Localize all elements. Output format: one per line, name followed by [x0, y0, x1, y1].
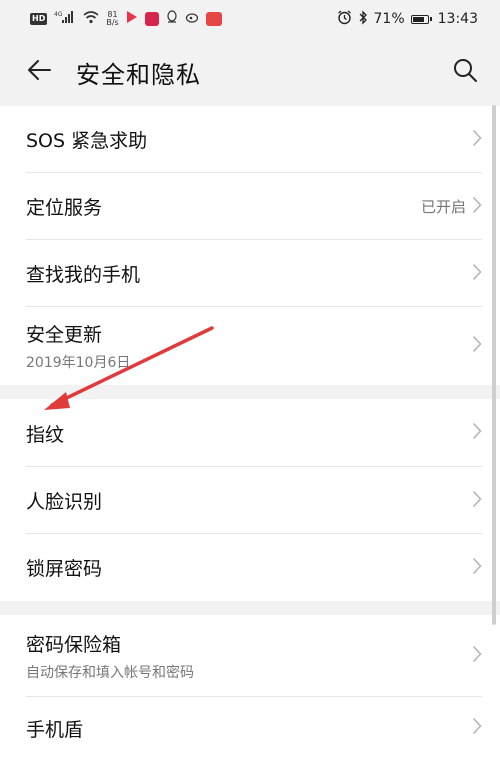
search-icon[interactable] [452, 57, 478, 87]
scrollbar[interactable] [492, 105, 496, 625]
row-label: 查找我的手机 [26, 264, 141, 286]
row-password-vault[interactable]: 密码保险箱 自动保存和填入帐号和密码 [0, 615, 500, 697]
qq-icon [166, 10, 178, 28]
settings-group-security: SOS 紧急求助 定位服务 已开启 查找我的手机 安全更新 2019年10月6日 [0, 106, 500, 385]
chevron-right-icon [472, 645, 482, 667]
row-label: 密码保险箱 [26, 634, 122, 656]
location-status: 已开启 [420, 198, 466, 216]
app-header: 安全和隐私 [0, 38, 500, 106]
page-title: 安全和隐私 [76, 60, 201, 89]
status-right: 71% 13:43 [337, 9, 478, 29]
row-label: 安全更新 [26, 324, 103, 346]
row-fingerprint[interactable]: 指纹 [0, 399, 500, 467]
bluetooth-icon [358, 9, 368, 29]
row-label: 人脸识别 [26, 491, 103, 513]
row-lock-screen-password[interactable]: 锁屏密码 [0, 534, 500, 601]
row-phone-shield[interactable]: 手机盾 [0, 697, 500, 759]
battery-percent: 71% [373, 11, 405, 27]
back-arrow-icon[interactable] [26, 58, 52, 86]
chevron-right-icon [472, 422, 482, 444]
chevron-right-icon [472, 717, 482, 739]
row-face-recognition[interactable]: 人脸识别 [0, 467, 500, 534]
app-notification-icon [144, 12, 159, 26]
net-speed: 81 B/s [106, 11, 118, 27]
row-label: 手机盾 [26, 718, 84, 741]
chevron-right-icon [472, 490, 482, 512]
row-find-my-phone[interactable]: 查找我的手机 [0, 240, 500, 307]
row-label: 锁屏密码 [26, 558, 103, 580]
row-security-update[interactable]: 安全更新 2019年10月6日 [0, 307, 500, 385]
settings-group-biometrics: 指纹 人脸识别 锁屏密码 [0, 399, 500, 601]
clock: 13:43 [437, 11, 478, 27]
weibo-icon [185, 10, 199, 28]
alarm-icon [337, 9, 352, 29]
battery-icon [410, 14, 432, 24]
chevron-right-icon [472, 263, 482, 285]
row-location-service[interactable]: 定位服务 已开启 [0, 173, 500, 240]
settings-group-vault: 密码保险箱 自动保存和填入帐号和密码 手机盾 [0, 615, 500, 759]
row-subtitle: 自动保存和填入帐号和密码 [26, 665, 194, 681]
hd-badge: HD [30, 13, 48, 25]
section-gap [0, 601, 500, 615]
chevron-right-icon [472, 129, 482, 151]
chevron-right-icon [472, 557, 482, 579]
status-bar: HD 4G 81 B/s 71% 13:43 [0, 0, 500, 38]
row-label: 指纹 [26, 423, 65, 446]
wifi-icon [83, 10, 99, 28]
chevron-right-icon [472, 335, 482, 357]
settings-list: SOS 紧急求助 定位服务 已开启 查找我的手机 安全更新 2019年10月6日… [0, 106, 500, 759]
svg-text:4G: 4G [54, 11, 63, 18]
status-left: HD 4G 81 B/s [30, 10, 222, 28]
section-gap [0, 385, 500, 399]
net-speed-unit: B/s [106, 18, 119, 27]
row-label: 定位服务 [26, 197, 103, 219]
play-app-icon [126, 10, 138, 28]
row-subtitle: 2019年10月6日 [26, 355, 131, 371]
row-label: SOS 紧急求助 [26, 130, 148, 152]
chevron-right-icon [472, 196, 482, 218]
news-app-icon [205, 12, 222, 26]
row-sos[interactable]: SOS 紧急求助 [0, 106, 500, 173]
cellular-signal-icon: 4G [54, 10, 76, 28]
